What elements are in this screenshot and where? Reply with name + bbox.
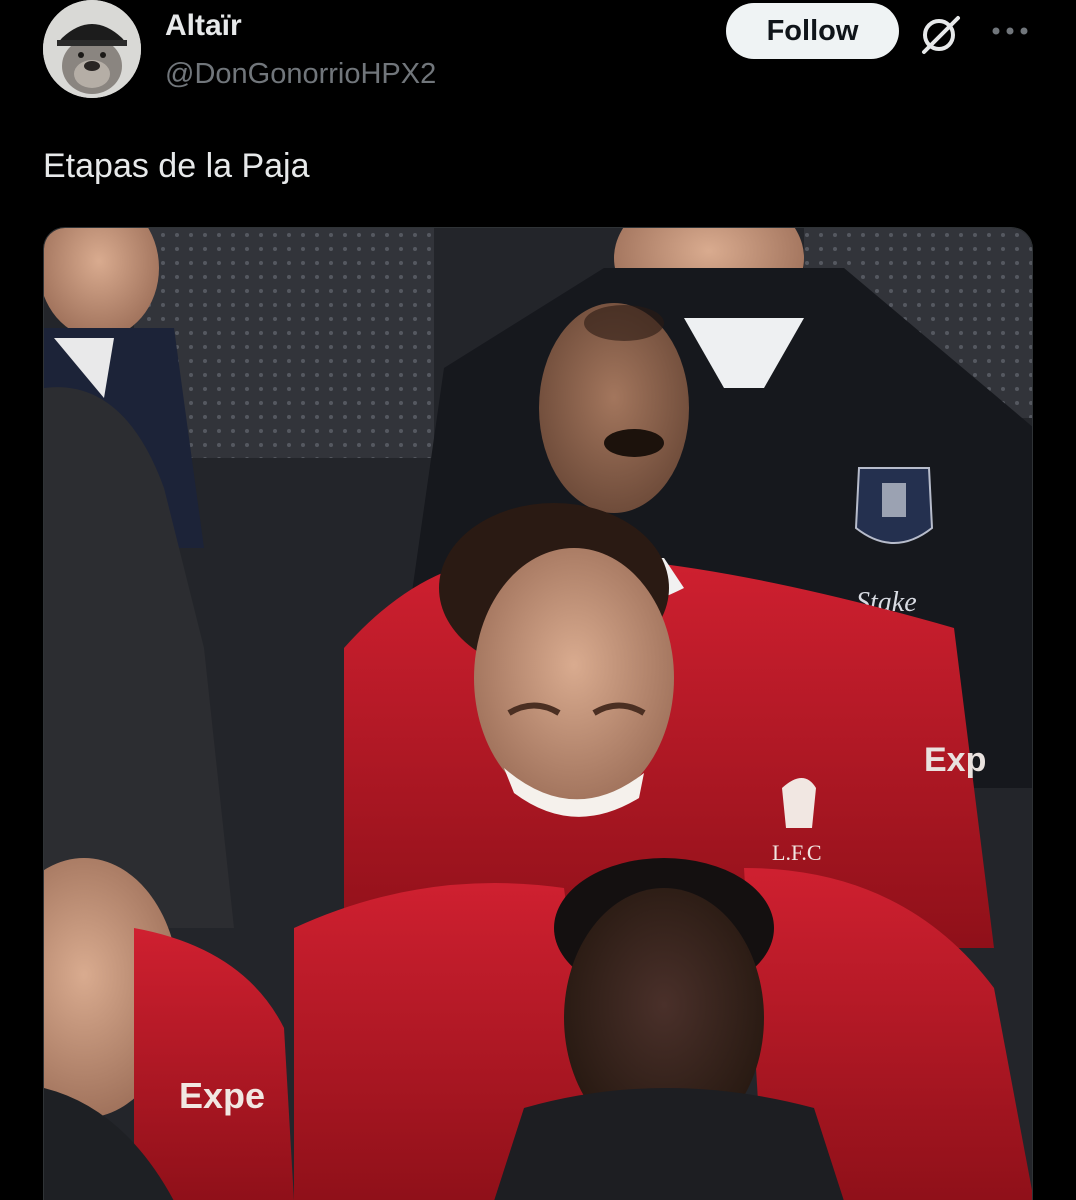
- jersey-sponsor-expe: Expe: [179, 1075, 265, 1116]
- tweet-text: Etapas de la Paja: [43, 147, 310, 185]
- tweet-media-photo[interactable]: Stake Exp L.F.C Expe: [43, 227, 1033, 1200]
- more-options-icon[interactable]: [990, 16, 1030, 46]
- display-name[interactable]: Altaïr: [165, 8, 242, 44]
- bulldog-avatar-icon: [43, 0, 141, 98]
- user-handle[interactable]: @DonGonorrioHPX2: [165, 56, 436, 92]
- photo-football-bench: Stake Exp L.F.C Expe: [44, 228, 1032, 1200]
- club-crest-icon: [854, 467, 934, 544]
- tweet-card: Altaïr @DonGonorrioHPX2 Follow Etapas de…: [0, 0, 1076, 1200]
- follow-button[interactable]: Follow: [726, 3, 899, 59]
- avatar[interactable]: [43, 0, 141, 98]
- jersey-sponsor-exp: Exp: [924, 741, 986, 779]
- grok-icon[interactable]: [918, 12, 962, 56]
- jersey-lfc-text: L.F.C: [772, 840, 822, 865]
- liverbird-crest-icon: [782, 778, 816, 828]
